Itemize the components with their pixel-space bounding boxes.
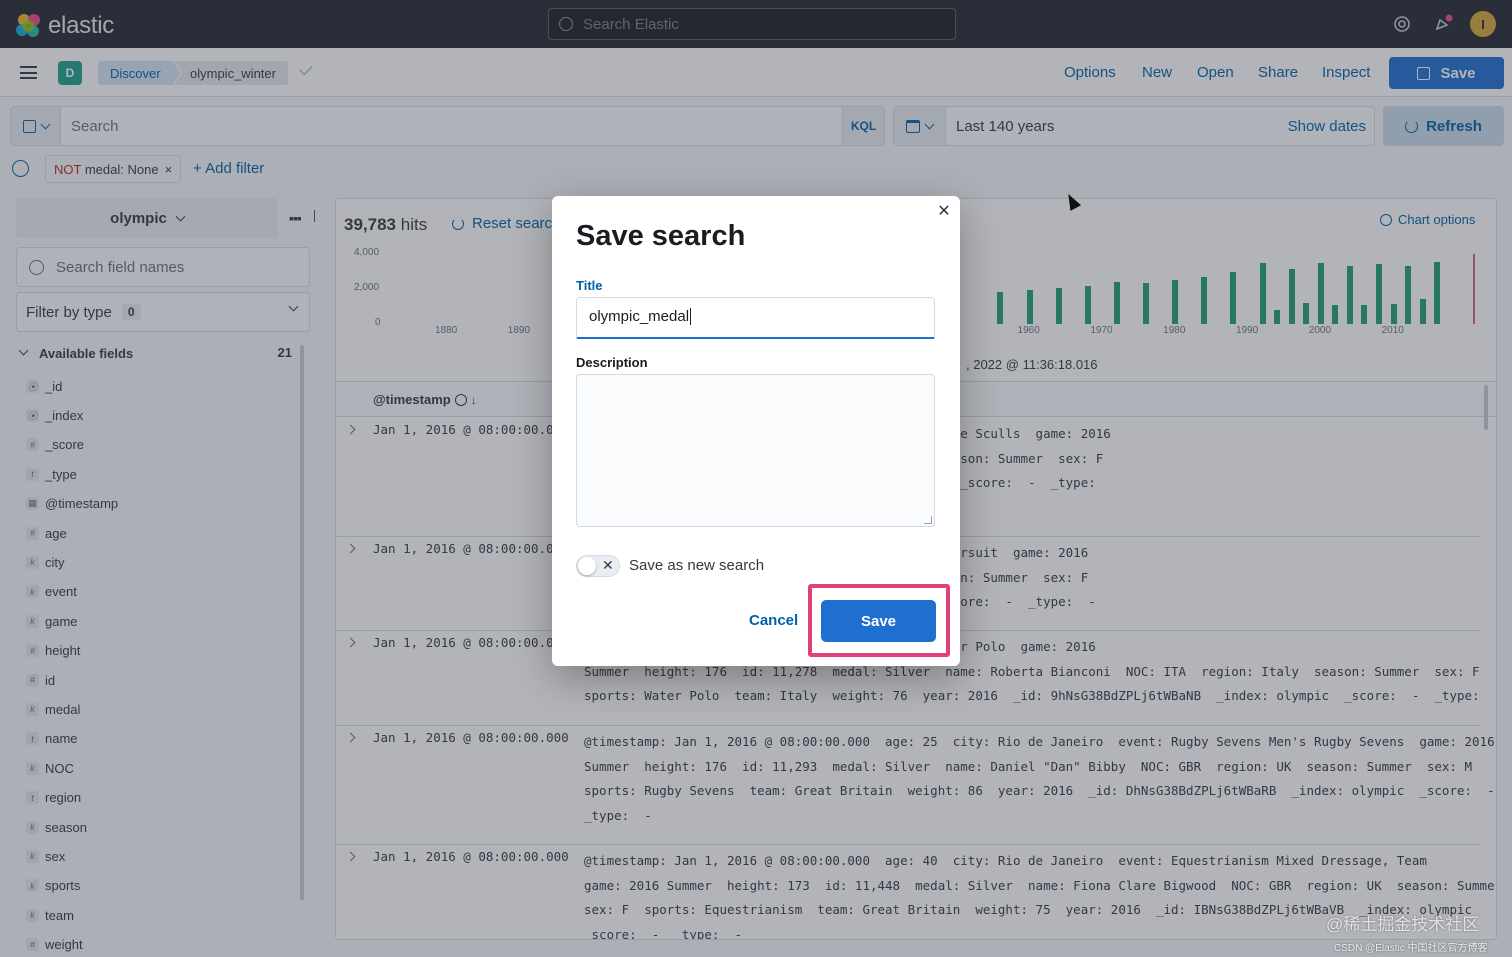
save-search-modal: ✕ Save search Title olympic_medal Descri… xyxy=(552,196,960,666)
close-icon: ✕ xyxy=(602,557,614,573)
modal-title: Save search xyxy=(576,220,746,252)
save-button[interactable]: Save xyxy=(821,600,936,642)
resize-handle-icon[interactable] xyxy=(924,516,932,524)
close-icon[interactable]: ✕ xyxy=(937,204,951,220)
save-as-new-label: Save as new search xyxy=(629,557,765,574)
watermark-source: CSDN @Elastic 中国社区官方博客 xyxy=(1334,943,1488,954)
description-textarea[interactable] xyxy=(576,374,935,527)
save-as-new-toggle[interactable]: ✕ xyxy=(576,555,620,577)
title-input-value: olympic_medal xyxy=(589,308,690,325)
cancel-button[interactable]: Cancel xyxy=(749,612,798,629)
title-input[interactable]: olympic_medal xyxy=(576,297,935,339)
toggle-knob xyxy=(578,557,596,575)
title-label: Title xyxy=(576,278,603,293)
description-label: Description xyxy=(576,355,648,370)
watermark: @稀土掘金技术社区 xyxy=(1326,915,1480,934)
